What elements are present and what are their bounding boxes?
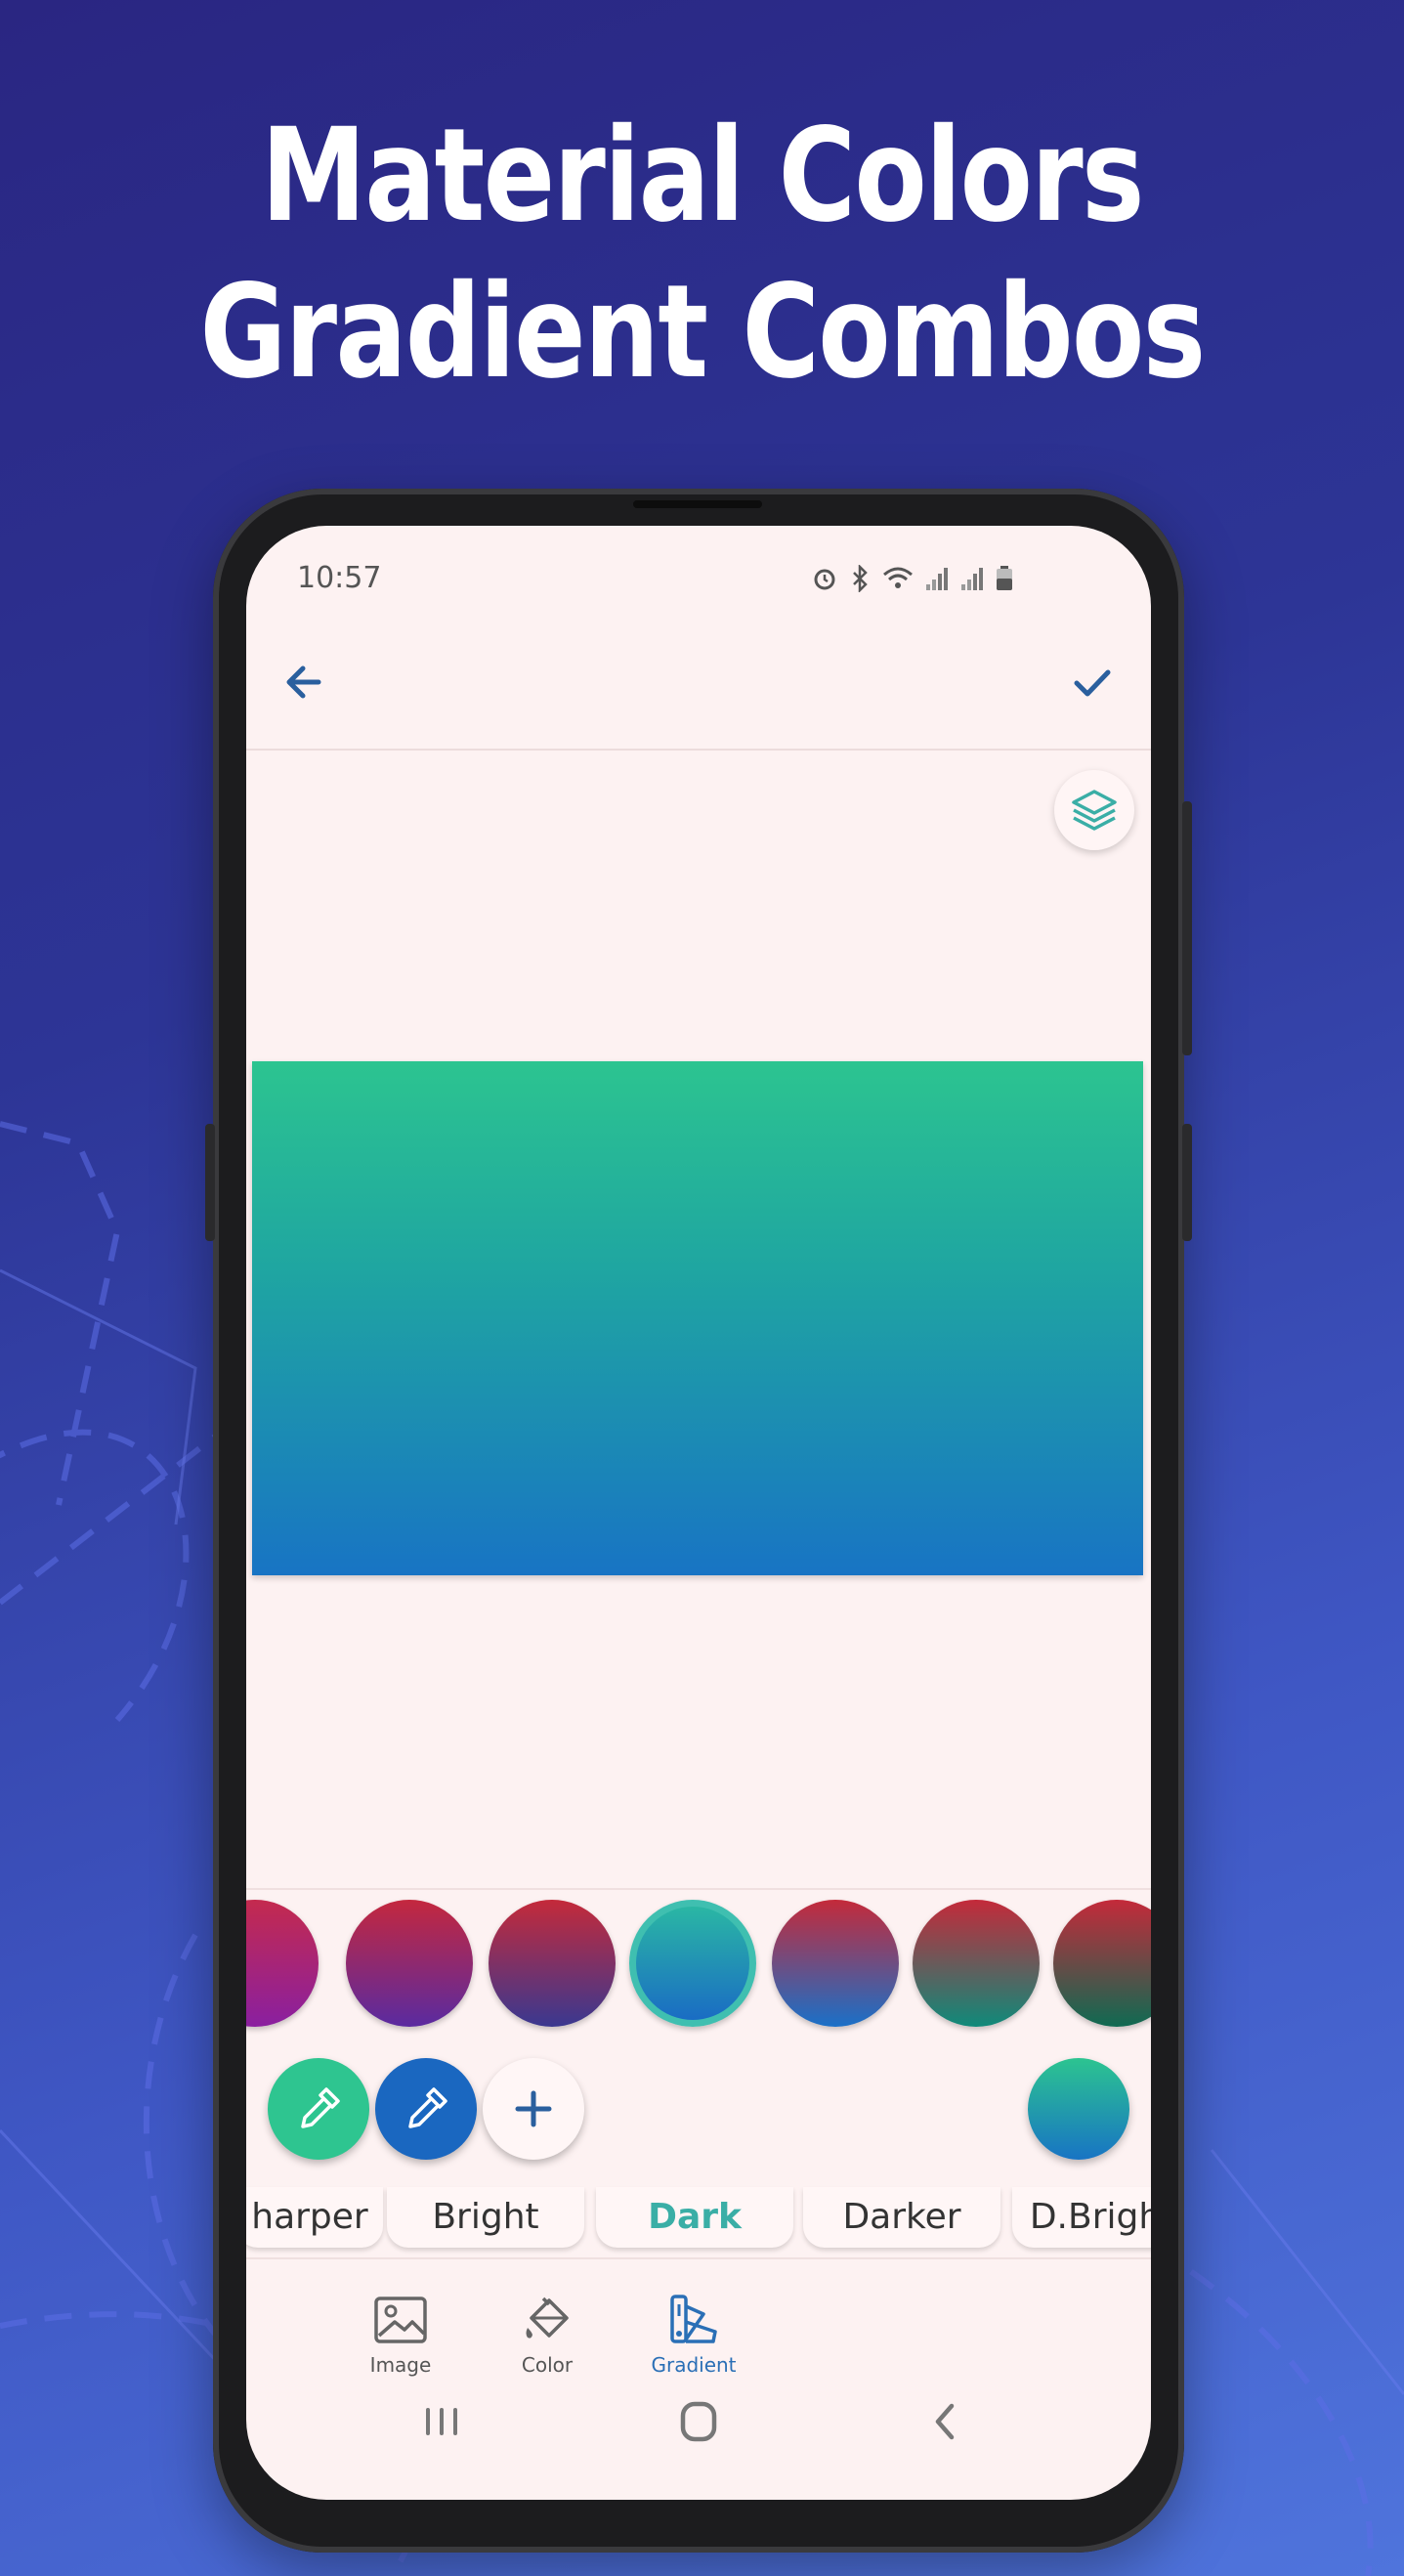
layers-button[interactable] xyxy=(1054,770,1134,850)
bluetooth-icon xyxy=(853,565,868,592)
promo-headline: Material Colors Gradient Combos xyxy=(126,98,1277,410)
filter-tab[interactable]: Darker xyxy=(803,2187,1000,2248)
battery-icon xyxy=(997,566,1012,590)
phone-frame: 10:57 harper Bright Dark Darker D.Brigh … xyxy=(205,489,1192,2553)
gradient-swatch[interactable] xyxy=(772,1900,899,2027)
gradient-swatch[interactable] xyxy=(346,1900,473,2027)
status-time: 10:57 xyxy=(297,561,382,595)
nav-label-image: Image xyxy=(369,2353,432,2377)
power-button xyxy=(1182,801,1192,1055)
toolbar-divider xyxy=(246,749,1151,751)
signal-icon xyxy=(926,568,948,590)
home-icon[interactable] xyxy=(659,2392,738,2451)
gradient-swatch[interactable] xyxy=(913,1900,1040,2027)
volume-button xyxy=(1182,1124,1192,1241)
app-screen: 10:57 harper Bright Dark Darker D.Brigh … xyxy=(246,526,1151,2500)
layers-icon xyxy=(1072,790,1117,831)
paint-bucket-icon xyxy=(526,2297,569,2339)
gradient-swatch[interactable] xyxy=(489,1900,616,2027)
plus-icon xyxy=(515,2090,552,2127)
side-key xyxy=(205,1124,215,1241)
image-icon xyxy=(374,2297,427,2343)
wifi-icon xyxy=(883,567,913,588)
filter-tab[interactable]: Bright xyxy=(387,2187,584,2248)
nav-label-gradient: Gradient xyxy=(651,2353,737,2377)
recents-icon[interactable] xyxy=(403,2392,481,2451)
nav-item-color[interactable]: Color xyxy=(489,2293,606,2377)
filter-tab[interactable]: D.Brigh xyxy=(1012,2187,1151,2248)
gradient-palette-icon xyxy=(670,2295,717,2343)
filter-tab[interactable]: Dark xyxy=(596,2187,793,2248)
current-gradient-button[interactable] xyxy=(1028,2058,1129,2160)
status-icons xyxy=(811,565,1014,592)
start-color-picker-button[interactable] xyxy=(268,2058,369,2160)
headline-line-1: Material Colors xyxy=(261,101,1144,251)
swatch-divider xyxy=(246,1888,1151,1890)
gradient-preview xyxy=(252,1061,1143,1575)
phone-speaker xyxy=(633,500,762,508)
gradient-swatch[interactable] xyxy=(629,1900,756,2027)
end-color-picker-button[interactable] xyxy=(375,2058,477,2160)
nav-label-color: Color xyxy=(521,2353,574,2377)
gradient-swatch[interactable] xyxy=(1053,1900,1151,2027)
signal-icon xyxy=(961,568,983,590)
alarm-icon xyxy=(814,569,835,590)
headline-line-2: Gradient Combos xyxy=(199,257,1207,408)
add-gradient-button[interactable] xyxy=(483,2058,584,2160)
eyedropper-icon xyxy=(301,2087,340,2128)
eyedropper-icon xyxy=(408,2087,447,2128)
back-icon[interactable] xyxy=(907,2392,985,2451)
check-icon[interactable] xyxy=(1063,653,1122,711)
nav-item-gradient[interactable]: Gradient xyxy=(635,2293,752,2377)
filter-tab[interactable]: harper xyxy=(246,2187,383,2248)
nav-divider xyxy=(246,2257,1151,2259)
nav-item-image[interactable]: Image xyxy=(342,2293,459,2377)
back-arrow-icon[interactable] xyxy=(276,653,334,711)
gradient-swatch[interactable] xyxy=(246,1900,319,2027)
